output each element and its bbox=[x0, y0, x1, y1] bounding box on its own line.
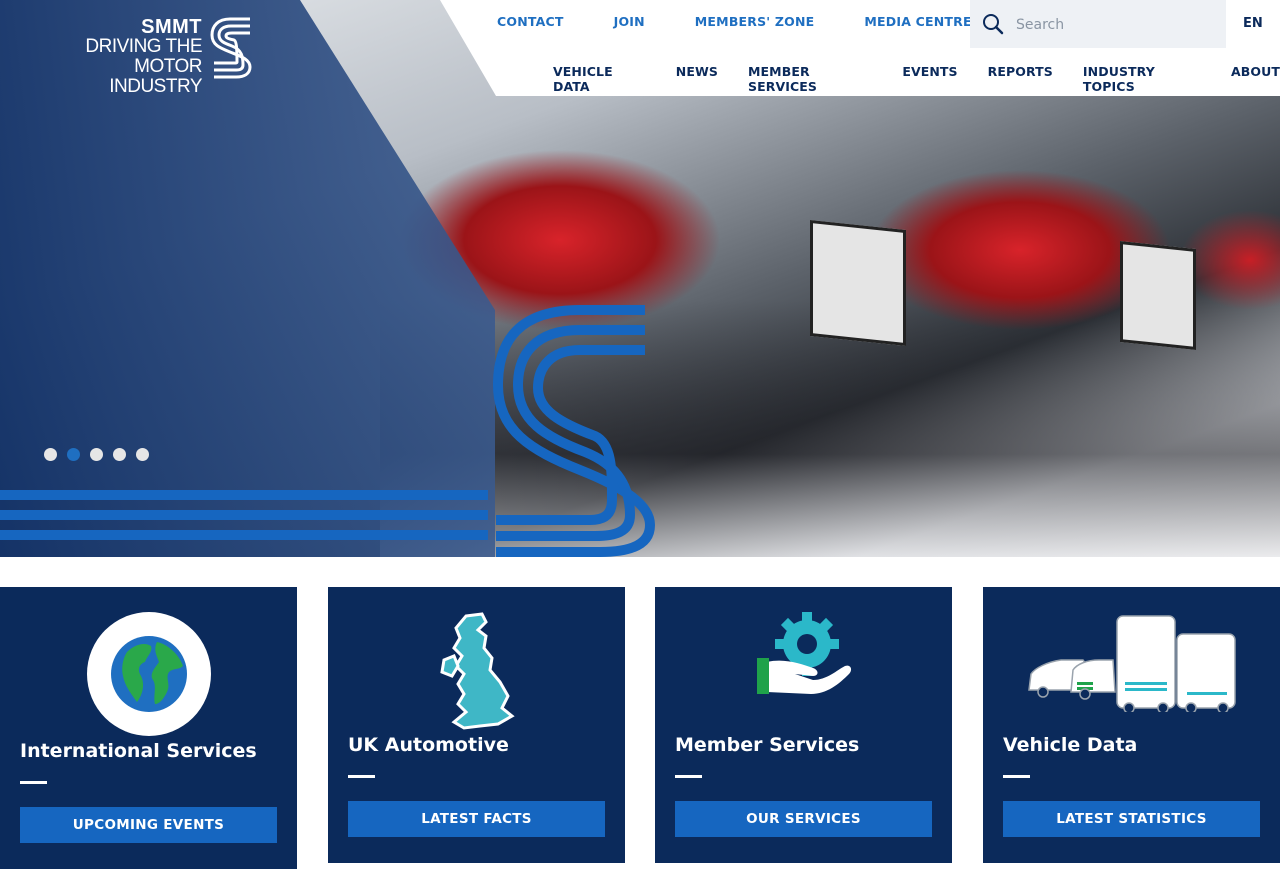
carousel-dot[interactable] bbox=[90, 448, 103, 461]
nav-contact[interactable]: CONTACT bbox=[497, 14, 564, 29]
latest-facts-button[interactable]: LATEST FACTS bbox=[348, 801, 605, 837]
search-input[interactable] bbox=[1014, 12, 1218, 38]
carousel-dot[interactable] bbox=[136, 448, 149, 461]
hand-gear-icon bbox=[757, 612, 852, 694]
card-divider bbox=[675, 775, 702, 778]
nav-news[interactable]: NEWS bbox=[676, 64, 718, 94]
our-services-button[interactable]: OUR SERVICES bbox=[675, 801, 932, 837]
main-nav: VEHICLE DATA NEWS MEMBER SERVICES EVENTS… bbox=[553, 64, 1280, 94]
uk-map-icon bbox=[440, 612, 515, 730]
card-title: Member Services bbox=[675, 734, 860, 756]
upcoming-events-button[interactable]: UPCOMING EVENTS bbox=[20, 807, 277, 843]
nav-members-zone[interactable]: MEMBERS' ZONE bbox=[695, 14, 815, 29]
latest-statistics-button[interactable]: LATEST STATISTICS bbox=[1003, 801, 1260, 837]
carousel-dot[interactable] bbox=[67, 448, 80, 461]
language-selector[interactable]: EN bbox=[1243, 16, 1263, 31]
nav-media-centre[interactable]: MEDIA CENTRE bbox=[864, 14, 971, 29]
search-icon[interactable] bbox=[982, 13, 1004, 35]
card-international-services: International Services UPCOMING EVENTS bbox=[0, 587, 297, 869]
card-title: Vehicle Data bbox=[1003, 734, 1138, 756]
smmt-logo[interactable]: SMMT DRIVING THE MOTOR INDUSTRY bbox=[44, 17, 254, 97]
hero-banner: SMMT DRIVING THE MOTOR INDUSTRY CONTACT … bbox=[0, 0, 1280, 557]
nav-vehicle-data[interactable]: VEHICLE DATA bbox=[553, 64, 646, 94]
logo-line-1: SMMT bbox=[141, 16, 202, 38]
card-divider bbox=[348, 775, 375, 778]
nav-member-services[interactable]: MEMBER SERVICES bbox=[748, 64, 872, 94]
logo-wordmark: SMMT DRIVING THE MOTOR INDUSTRY bbox=[44, 17, 202, 97]
nav-reports[interactable]: REPORTS bbox=[988, 64, 1053, 94]
globe-icon bbox=[87, 612, 211, 736]
carousel-dots bbox=[44, 448, 159, 461]
hero-s-graphic bbox=[492, 305, 656, 557]
carousel-dot[interactable] bbox=[44, 448, 57, 461]
carousel-dot[interactable] bbox=[113, 448, 126, 461]
utility-nav: CONTACT JOIN MEMBERS' ZONE MEDIA CENTRE bbox=[497, 14, 1022, 29]
header-bar: CONTACT JOIN MEMBERS' ZONE MEDIA CENTRE … bbox=[440, 0, 1280, 96]
logo-line-2: DRIVING THE bbox=[85, 36, 202, 57]
nav-about[interactable]: ABOUT bbox=[1231, 64, 1280, 94]
card-uk-automotive: UK Automotive LATEST FACTS bbox=[328, 587, 625, 863]
nav-events[interactable]: EVENTS bbox=[902, 64, 957, 94]
nav-industry-topics[interactable]: INDUSTRY TOPICS bbox=[1083, 64, 1201, 94]
logo-s-icon bbox=[210, 17, 252, 79]
logo-line-3: MOTOR INDUSTRY bbox=[109, 56, 202, 97]
card-title: International Services bbox=[20, 740, 257, 762]
card-member-services: Member Services OUR SERVICES bbox=[655, 587, 952, 863]
card-title: UK Automotive bbox=[348, 734, 509, 756]
nav-join[interactable]: JOIN bbox=[614, 14, 645, 29]
vehicles-icon bbox=[1028, 615, 1236, 712]
search-box bbox=[970, 0, 1226, 48]
card-divider bbox=[20, 781, 47, 784]
card-divider bbox=[1003, 775, 1030, 778]
card-vehicle-data: Vehicle Data LATEST STATISTICS bbox=[983, 587, 1280, 863]
